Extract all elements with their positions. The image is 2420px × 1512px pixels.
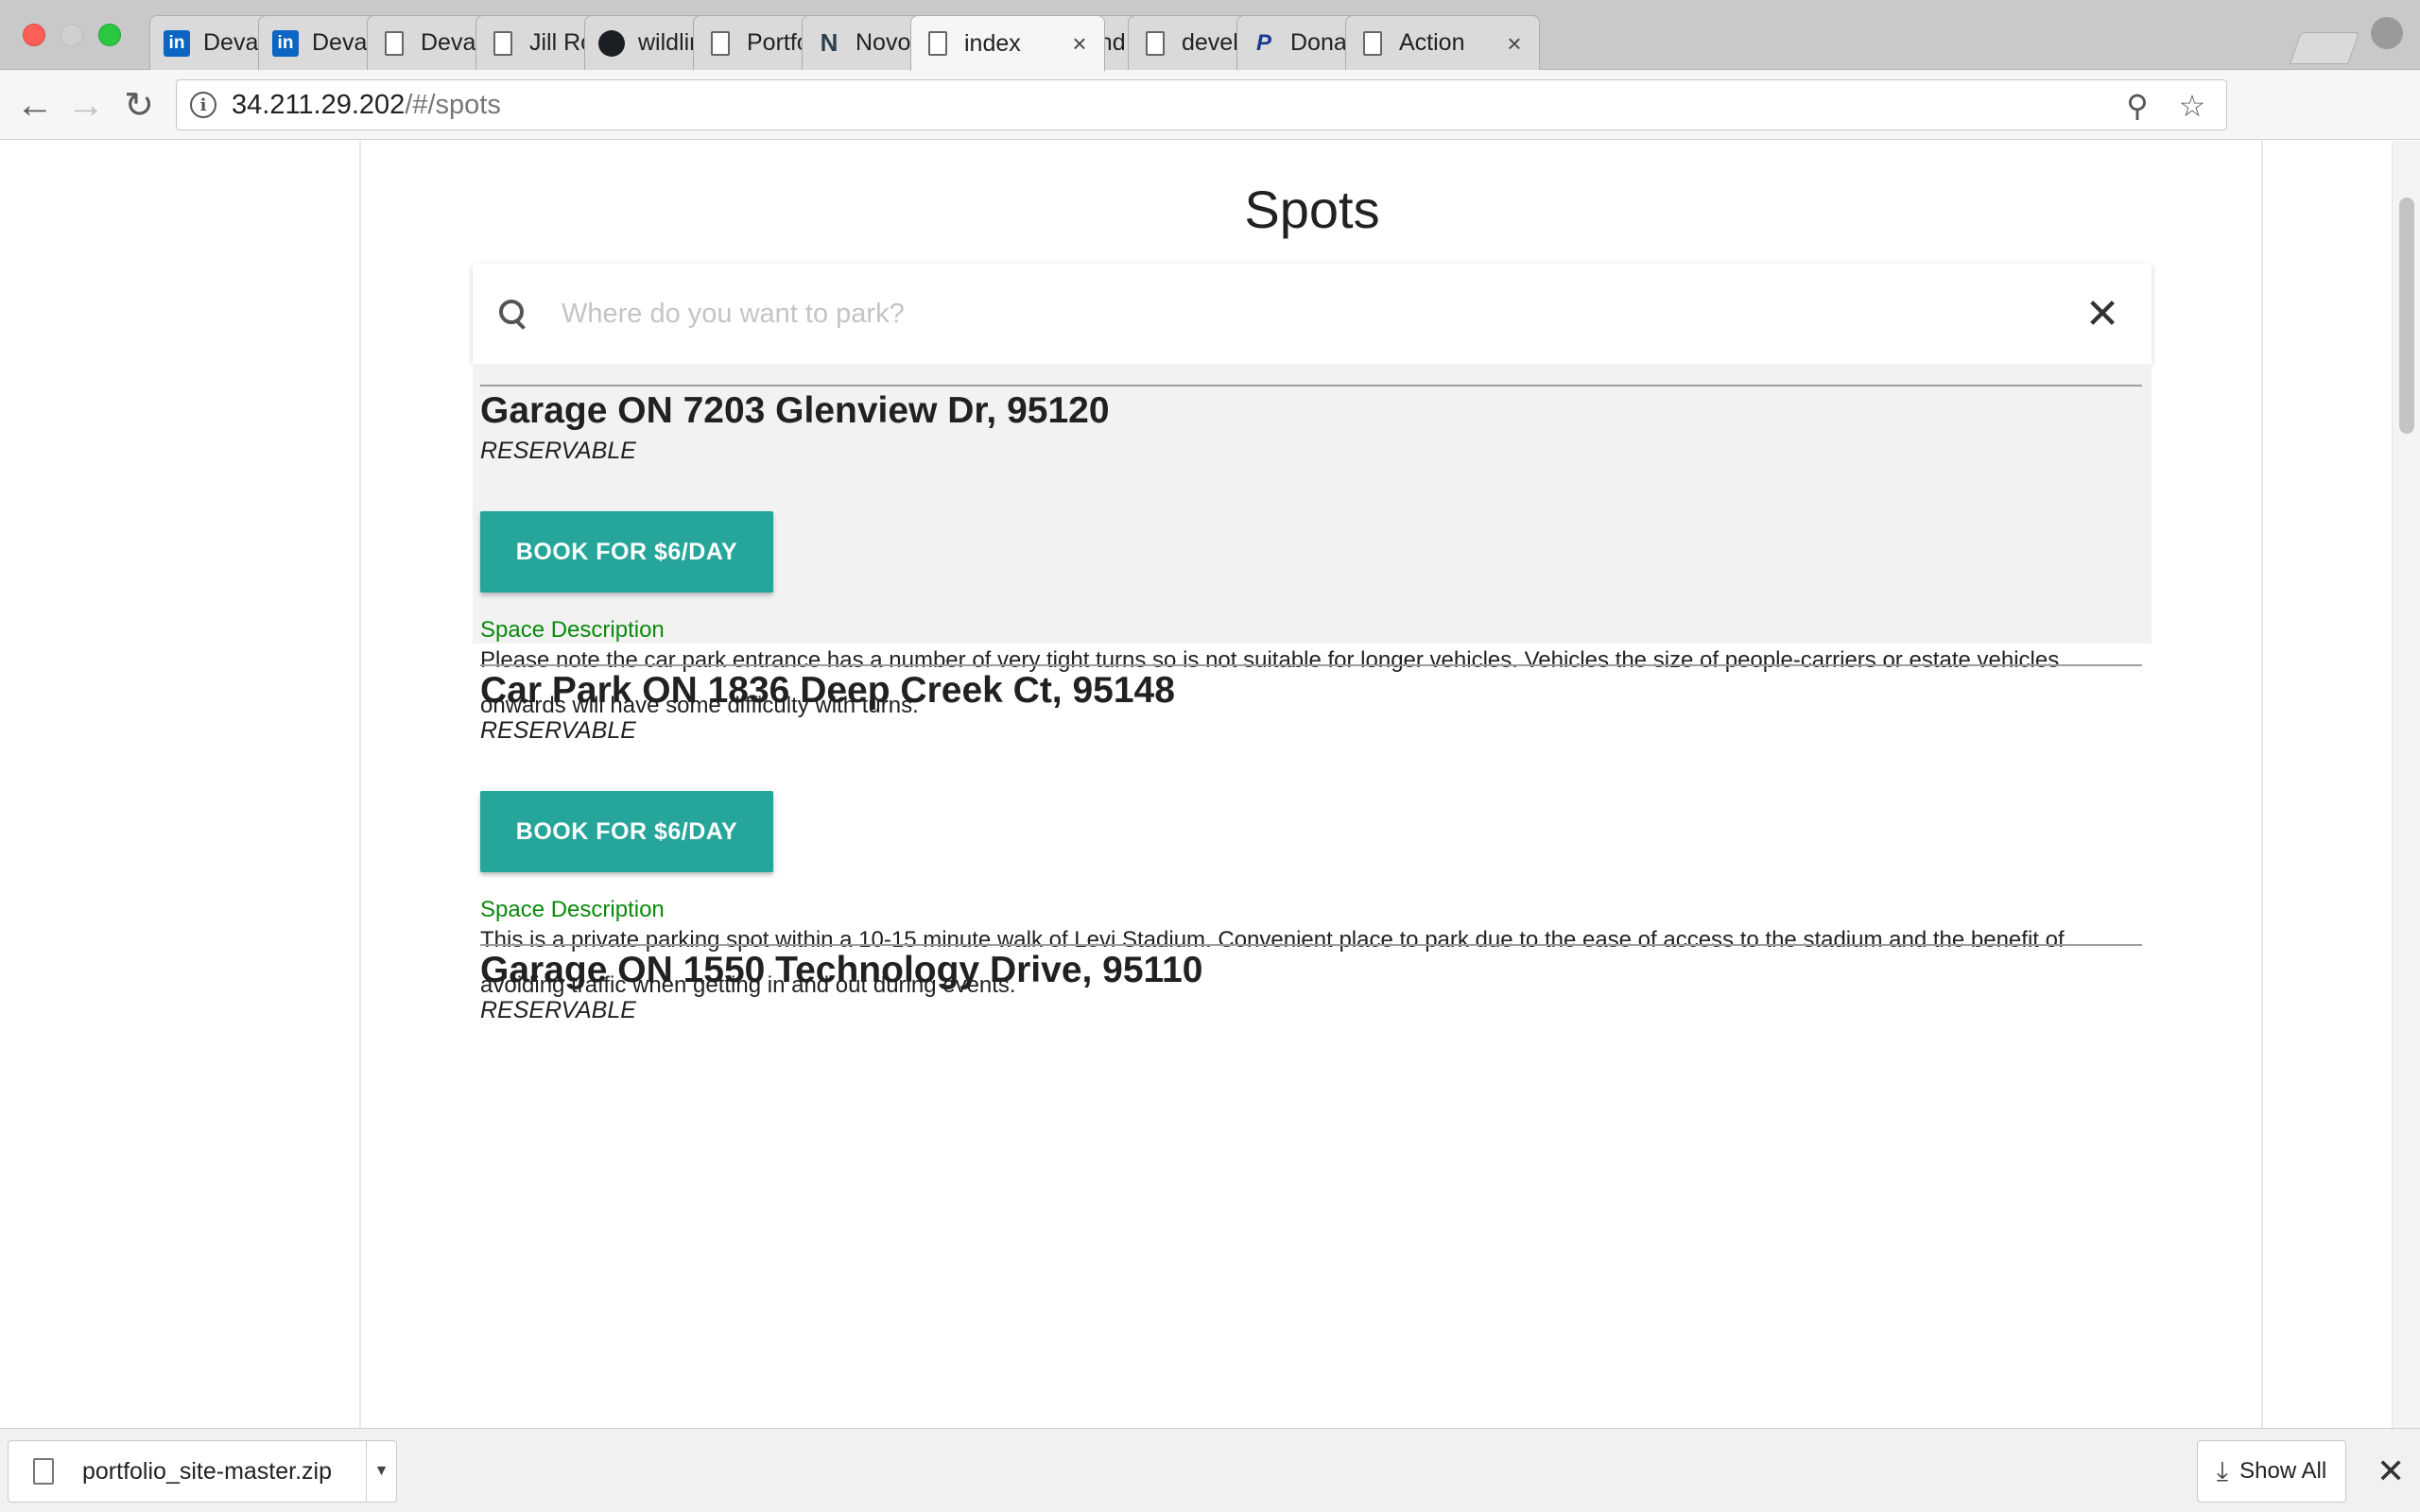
tab-title: Action <box>1399 29 1465 56</box>
browser-tab-strip: inDevan×inDevans×Devan'×Jill Rob×wildlin… <box>0 0 2420 71</box>
tab-close-icon[interactable]: × <box>1503 31 1526 56</box>
clear-search-icon[interactable]: ✕ <box>2082 290 2123 338</box>
spot-card[interactable]: Car Park ON 1836 Deep Creek Ct, 95148 RE… <box>473 644 2152 998</box>
url-text[interactable]: 34.211.29.202/#/spots <box>232 90 501 121</box>
minimize-window-button[interactable] <box>60 24 83 46</box>
browser-tab[interactable]: index × <box>910 15 1105 71</box>
show-all-button[interactable]: ⤓ Show All <box>2197 1440 2346 1503</box>
document-shape <box>385 30 404 56</box>
browser-toolbar: ← → ↻ i 34.211.29.202/#/spots ⚲ ☆ ⋮ <box>0 70 2420 192</box>
document-icon <box>707 30 734 57</box>
new-tab-button[interactable] <box>2289 32 2360 64</box>
address-bar[interactable]: i 34.211.29.202/#/spots ⚲ ☆ <box>176 79 2227 130</box>
scrollbar[interactable] <box>2392 141 2420 1428</box>
url-host: 34.211.29.202 <box>232 89 406 120</box>
spot-title: Garage ON 1550 Technology Drive, 95110 <box>480 950 1203 990</box>
close-shelf-icon[interactable]: ✕ <box>2377 1452 2405 1491</box>
spot-title: Car Park ON 1836 Deep Creek Ct, 95148 <box>480 670 1175 711</box>
document-shape <box>1363 30 1382 56</box>
page-viewport: Spots ✕ Garage ON 7203 Glenview Dr, 9512… <box>0 141 2420 1428</box>
spot-card[interactable]: Garage ON 7203 Glenview Dr, 95120 RESERV… <box>473 364 2152 718</box>
document-icon <box>925 30 951 57</box>
document-shape <box>493 30 512 56</box>
document-icon <box>381 30 407 57</box>
book-button[interactable]: BOOK FOR $6/DAY <box>480 791 773 872</box>
page-title: Spots <box>1244 180 1380 239</box>
divider <box>480 385 2142 387</box>
show-all-label: Show All <box>2239 1458 2327 1484</box>
document-icon <box>1359 30 1386 57</box>
maximize-window-button[interactable] <box>98 24 121 46</box>
profile-avatar-icon[interactable] <box>2371 17 2403 49</box>
download-icon: ⤓ <box>2216 1455 2229 1486</box>
content-border-right <box>2261 141 2263 1428</box>
download-file-name: portfolio_site-master.zip <box>82 1457 333 1485</box>
browser-tab[interactable]: Action × <box>1345 15 1540 70</box>
url-path: /#/spots <box>405 89 501 120</box>
download-shelf: portfolio_site-master.zip ▼ ⤓ Show All ✕ <box>0 1428 2420 1512</box>
novore-icon: N <box>820 28 838 57</box>
document-icon <box>490 30 516 57</box>
linkedin-icon: in <box>164 29 190 57</box>
document-shape <box>711 30 730 56</box>
divider <box>480 944 2142 946</box>
book-button[interactable]: BOOK FOR $6/DAY <box>480 511 773 593</box>
paypal-icon: P <box>1255 29 1271 56</box>
zoom-icon[interactable]: ⚲ <box>2120 88 2154 124</box>
document-shape <box>1146 30 1165 56</box>
site-info-icon[interactable]: i <box>190 92 216 118</box>
document-shape <box>928 31 947 56</box>
spot-card[interactable]: Garage ON 1550 Technology Drive, 95110 R… <box>473 923 2152 1112</box>
file-icon <box>33 1458 54 1485</box>
divider <box>480 664 2142 666</box>
search-bar: ✕ <box>473 264 2152 364</box>
back-arrow-icon[interactable]: ← <box>11 81 59 129</box>
scrollbar-thumb[interactable] <box>2399 198 2414 434</box>
forward-arrow-icon[interactable]: → <box>62 81 110 129</box>
document-icon <box>1142 30 1168 57</box>
github-icon <box>598 29 625 57</box>
close-window-button[interactable] <box>23 24 45 46</box>
linkedin-icon: in <box>272 29 299 57</box>
search-input[interactable] <box>562 298 2082 330</box>
spot-status: RESERVABLE <box>480 438 636 464</box>
tab-title: index <box>964 29 1021 57</box>
spot-status: RESERVABLE <box>480 717 636 744</box>
reload-icon[interactable]: ↻ <box>115 81 163 129</box>
tab-close-icon[interactable]: × <box>1068 31 1091 56</box>
spot-status: RESERVABLE <box>480 997 636 1023</box>
chevron-down-icon[interactable]: ▼ <box>366 1441 396 1502</box>
download-item[interactable]: portfolio_site-master.zip ▼ <box>8 1440 397 1503</box>
search-icon[interactable] <box>497 298 529 330</box>
bookmark-star-icon[interactable]: ☆ <box>2175 88 2209 124</box>
content-border-left <box>359 141 361 1428</box>
spot-title: Garage ON 7203 Glenview Dr, 95120 <box>480 390 1110 431</box>
